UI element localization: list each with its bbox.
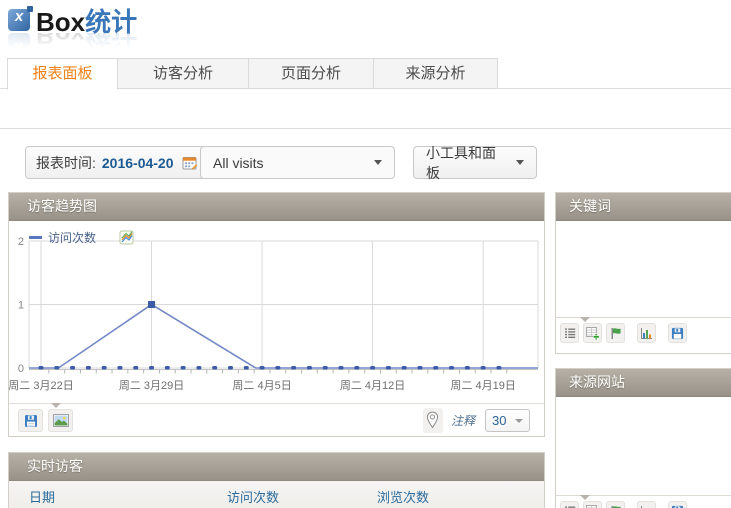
calendar-icon	[182, 155, 198, 171]
save-icon	[24, 414, 38, 428]
bar-chart-view-button[interactable]	[637, 501, 656, 508]
bar-chart-icon	[640, 505, 653, 508]
chart-footer: 注释 30	[9, 403, 544, 438]
flag-icon	[610, 505, 622, 508]
table-plus-icon	[586, 505, 599, 508]
visits-trend-title: 访客趋势图	[9, 193, 544, 221]
annotations-link[interactable]: 注释	[451, 412, 475, 429]
svg-text:周二 4月12日: 周二 4月12日	[340, 379, 405, 392]
tab-page-analysis[interactable]: 页面分析	[248, 58, 374, 89]
collapse-caret-icon[interactable]	[51, 403, 61, 408]
save-icon	[671, 327, 684, 340]
logo-reflection: x Box统计	[8, 33, 137, 55]
svg-text:周二 3月29日: 周二 3月29日	[119, 379, 184, 392]
goals-view-button[interactable]	[606, 323, 625, 343]
logo-suffix: 统计	[85, 7, 137, 37]
column-header-pageviews[interactable]: 浏览次数	[377, 487, 429, 506]
realtime-table-header: 日期 访问次数 浏览次数	[9, 481, 544, 508]
tab-referrer-analysis[interactable]: 来源分析	[373, 58, 498, 89]
chevron-down-icon	[515, 419, 523, 423]
period-limit-value: 30	[492, 413, 506, 428]
export-data-button[interactable]	[18, 409, 43, 432]
period-limit-select[interactable]: 30	[485, 409, 530, 432]
report-date-label: 报表时间:	[36, 153, 96, 173]
box-logo-icon: x	[8, 9, 30, 31]
chart-legend: 访问次数	[29, 229, 135, 246]
app-logo: x Box统计	[8, 5, 137, 35]
segment-selector[interactable]: All visits	[200, 146, 395, 179]
referrer-websites-title: 来源网站	[556, 369, 731, 397]
visits-trend-panel: 访客趋势图 访问次数 0 1 2 周二 3月22日 周二 3月29日 周二 4月5日 周二 …	[8, 192, 545, 437]
collapse-caret-icon[interactable]	[580, 495, 590, 500]
svg-text:周二 4月5日: 周二 4月5日	[232, 379, 291, 392]
widgets-button-label: 小工具和面板	[426, 143, 508, 183]
report-date-value: 2016-04-20	[102, 155, 174, 171]
main-tabbar: 报表面板 访客分析 页面分析 来源分析	[7, 58, 498, 90]
toolbar-divider	[0, 128, 731, 129]
legend-line-swatch	[29, 236, 42, 239]
column-header-date[interactable]: 日期	[29, 487, 55, 506]
realtime-visitors-title: 实时访客	[9, 453, 544, 481]
metric-picker-icon[interactable]	[118, 229, 135, 246]
export-data-button[interactable]	[668, 501, 687, 508]
column-header-visits[interactable]: 访问次数	[227, 487, 279, 506]
table-plus-icon	[586, 327, 599, 340]
table-view-button[interactable]	[560, 323, 579, 343]
bar-chart-view-button[interactable]	[637, 323, 656, 343]
segment-selected-value: All visits	[213, 155, 264, 171]
export-data-button[interactable]	[668, 323, 687, 343]
svg-text:周二 3月22日: 周二 3月22日	[9, 379, 74, 392]
logo-brand: Box	[36, 7, 85, 37]
dashboard-page: x Box统计 x Box统计 报表面板 访客分析 页面分析 来源分析 报表时间…	[0, 0, 731, 508]
referrers-footer	[556, 495, 731, 508]
referrer-websites-panel: 来源网站	[555, 368, 731, 508]
bar-chart-icon	[640, 327, 653, 340]
table-view-button[interactable]	[560, 501, 579, 508]
svg-text:2: 2	[18, 236, 24, 248]
chevron-down-icon	[516, 160, 524, 165]
all-columns-button[interactable]	[583, 501, 602, 508]
list-icon	[564, 327, 576, 339]
keywords-panel: 关键词	[555, 192, 731, 354]
tab-report-dashboard[interactable]: 报表面板	[7, 58, 118, 90]
keywords-footer	[556, 317, 731, 353]
legend-series-label: 访问次数	[48, 229, 96, 246]
keywords-title: 关键词	[556, 193, 731, 221]
svg-text:0: 0	[18, 363, 24, 375]
annotations-button[interactable]	[423, 408, 443, 433]
svg-text:周二 4月19日: 周二 4月19日	[450, 379, 515, 392]
tab-visitor-analysis[interactable]: 访客分析	[117, 58, 249, 89]
goals-view-button[interactable]	[606, 501, 625, 508]
collapse-caret-icon[interactable]	[580, 317, 590, 322]
flag-icon	[610, 327, 622, 340]
export-image-button[interactable]	[48, 409, 73, 432]
annotation-pin-icon	[426, 411, 439, 430]
all-columns-button[interactable]	[583, 323, 602, 343]
visits-trend-chart: 0 1 2 周二 3月22日 周二 3月29日 周二 4月5日 周二 4月12日 周二 4月1…	[9, 221, 544, 401]
widgets-and-dashboard-button[interactable]: 小工具和面板	[413, 146, 537, 179]
report-date-button[interactable]: 报表时间: 2016-04-20	[25, 146, 209, 179]
svg-text:1: 1	[18, 300, 24, 312]
chevron-down-icon	[374, 160, 382, 165]
image-icon	[53, 414, 69, 427]
save-icon	[671, 505, 684, 508]
realtime-visitors-panel: 实时访客 日期 访问次数 浏览次数	[8, 452, 545, 508]
